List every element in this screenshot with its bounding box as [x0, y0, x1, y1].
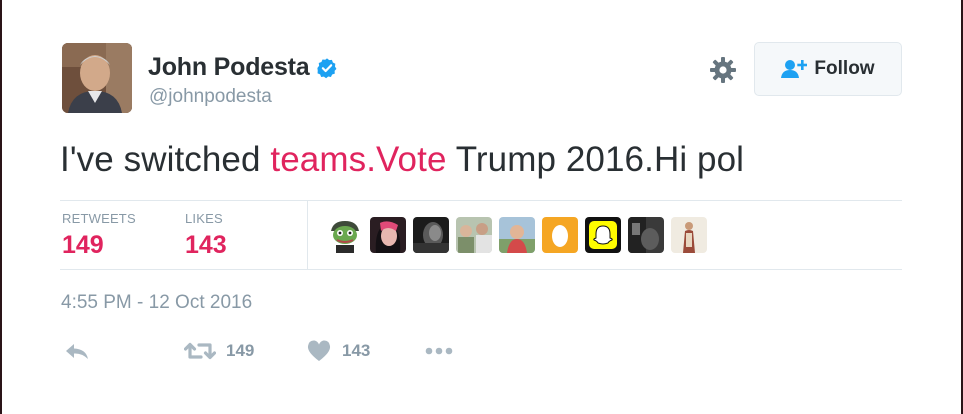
tweet-timestamp[interactable]: 4:55 PM - 12 Oct 2016: [61, 292, 252, 314]
liker-avatar[interactable]: [585, 217, 621, 253]
liker-avatar[interactable]: [370, 217, 406, 253]
likes-label: LIKES: [185, 211, 223, 226]
retweets-label: RETWEETS: [62, 211, 136, 226]
retweets-count: 149: [62, 231, 104, 259]
verified-badge-icon: [316, 57, 336, 78]
liker-avatar[interactable]: [499, 217, 535, 253]
follow-button-label: Follow: [814, 58, 875, 79]
author-handle[interactable]: @johnpodesta: [149, 86, 272, 108]
avatar-image: [62, 43, 132, 113]
default-egg-avatar[interactable]: [542, 217, 578, 253]
more-options-button[interactable]: [424, 338, 454, 364]
follow-button[interactable]: Follow: [754, 42, 902, 96]
likes-stat[interactable]: LIKES 143: [185, 211, 227, 260]
likes-count: 143: [185, 231, 227, 259]
liker-avatar[interactable]: [456, 217, 492, 253]
tweet-link[interactable]: teams.Vote: [270, 140, 446, 179]
retweet-button[interactable]: 149: [184, 338, 254, 364]
stats-divider-top: [60, 200, 902, 201]
retweet-icon: [184, 342, 216, 360]
liker-avatar[interactable]: [413, 217, 449, 253]
stats-divider-bottom: [60, 269, 902, 270]
reply-button[interactable]: [64, 338, 90, 364]
retweet-count: 149: [226, 341, 255, 360]
author-name-row[interactable]: John Podesta: [148, 53, 338, 82]
tweet-text-before: I've switched: [60, 140, 271, 179]
heart-icon: [307, 340, 331, 361]
tweet-card: John Podesta @johnpodesta Follow I've sw…: [0, 0, 963, 414]
reply-icon: [66, 344, 88, 359]
retweets-stat[interactable]: RETWEETS 149: [62, 211, 136, 260]
stats-divider-vertical: [307, 201, 308, 269]
liker-avatar[interactable]: [671, 217, 707, 253]
add-user-icon: [781, 60, 808, 78]
liker-avatar[interactable]: [628, 217, 664, 253]
tweet-text: I've switched teams.Vote Trump 2016.Hi p…: [60, 140, 744, 180]
tweet-text-after: Trump 2016.Hi pol: [446, 140, 745, 179]
liker-avatar[interactable]: [327, 217, 363, 253]
gear-icon[interactable]: [708, 55, 738, 85]
like-count: 143: [342, 341, 371, 360]
author-name[interactable]: John Podesta: [148, 53, 310, 82]
likers-avatar-list: [327, 217, 714, 253]
like-button[interactable]: 143: [306, 338, 370, 364]
avatar[interactable]: [62, 43, 132, 113]
more-icon: [425, 347, 453, 355]
